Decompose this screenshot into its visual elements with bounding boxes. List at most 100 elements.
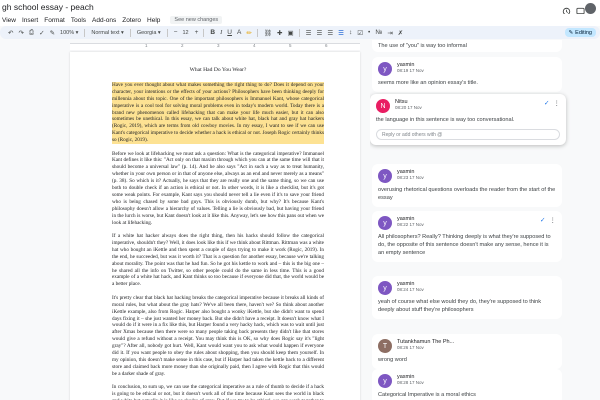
menu-help[interactable]: Help bbox=[147, 17, 160, 24]
text-color-icon[interactable]: A bbox=[237, 29, 241, 36]
toolbar-divider bbox=[203, 28, 205, 37]
highlight-icon[interactable]: ✏ bbox=[246, 29, 251, 37]
menu-zotero[interactable]: Zotero bbox=[122, 17, 141, 24]
comment-text: seems more like an opinion essay's title… bbox=[378, 80, 478, 86]
toolbar-divider bbox=[129, 28, 131, 37]
avatar: T bbox=[378, 339, 392, 353]
paragraph[interactable]: If a white hat hacker always does the ri… bbox=[112, 233, 324, 288]
underline-icon[interactable]: U bbox=[227, 29, 232, 36]
avatar: y bbox=[378, 216, 392, 230]
comment-card[interactable]: y yasmin 08:22 17 Nov ✓ ⋮ All philosophe… bbox=[372, 211, 562, 262]
ruler-number: 1 bbox=[145, 43, 148, 48]
vertical-ruler[interactable] bbox=[0, 52, 14, 400]
decrease-font-icon[interactable]: − bbox=[174, 29, 178, 36]
avatar: y bbox=[378, 374, 392, 388]
comment-date: 08:28 17 Nov bbox=[397, 380, 424, 385]
comment-date: 08:19 17 Nov bbox=[397, 68, 424, 73]
menu-bar: View Insert Format Tools Add-ons Zotero … bbox=[0, 14, 600, 26]
link-icon[interactable]: ⛓ bbox=[264, 29, 272, 37]
comment-card[interactable]: T Tutankhamun The Ph... 08:26 17 Nov wro… bbox=[372, 334, 562, 369]
zoom-select[interactable]: 100% ▾ bbox=[60, 30, 78, 36]
avatar: y bbox=[378, 62, 392, 76]
redo-icon[interactable]: ↷ bbox=[18, 29, 23, 37]
style-select[interactable]: Normal text ▾ bbox=[91, 30, 123, 36]
toolbar-divider bbox=[256, 28, 258, 37]
comment-text: All philosophers? Really? Thinking deepl… bbox=[378, 234, 551, 256]
comment-date: 08:22 17 Nov bbox=[397, 222, 424, 227]
editing-label: Editing bbox=[575, 29, 592, 36]
paragraph[interactable]: In conclusion, to sum up, we can use the… bbox=[112, 384, 324, 400]
paragraph[interactable]: It's pretty clear that black hat hacking… bbox=[112, 295, 324, 378]
undo-icon[interactable]: ↶ bbox=[8, 29, 13, 37]
pencil-icon: ✎ bbox=[568, 29, 574, 36]
bold-icon[interactable]: B bbox=[210, 29, 215, 36]
comment-card-active[interactable]: N Nitsu 08:20 17 Nov ✓ ⋮ the language in… bbox=[370, 94, 566, 145]
align-left-icon[interactable]: ☰ bbox=[306, 29, 312, 37]
google-docs-window: gh school essay - peach View Insert Form… bbox=[0, 0, 600, 400]
paragraph[interactable]: Before we look at lifehacking we must as… bbox=[112, 151, 324, 227]
history-icon[interactable] bbox=[562, 3, 571, 16]
comment-card[interactable]: y yasmin 08:19 17 Nov seems more like an… bbox=[372, 57, 562, 92]
clear-format-icon[interactable]: ✗ bbox=[398, 29, 403, 37]
toolbar-divider bbox=[298, 28, 300, 37]
comment-text: Categorical Imperative is a moral ethics bbox=[378, 392, 476, 398]
numbered-list-icon[interactable]: № bbox=[375, 29, 382, 36]
spellcheck-icon[interactable]: ✓ bbox=[39, 29, 44, 37]
resolve-check-icon[interactable]: ✓ bbox=[544, 99, 549, 107]
see-new-changes-button[interactable]: See new changes bbox=[170, 16, 223, 24]
font-value: Georgia bbox=[136, 29, 157, 36]
avatar: N bbox=[376, 99, 390, 113]
doc-title[interactable]: gh school essay - peach bbox=[2, 2, 94, 12]
increase-font-icon[interactable]: + bbox=[195, 29, 199, 36]
align-justify-icon[interactable]: ☰ bbox=[338, 29, 344, 37]
zoom-value: 100% bbox=[60, 29, 75, 36]
comment-card[interactable]: y yasmin 08:28 17 Nov Categorical Impera… bbox=[372, 369, 562, 400]
toolbar: ↶ ↷ ⎙ ✓ ✎ 100% ▾ Normal text ▾ Georgia ▾… bbox=[0, 26, 600, 39]
menu-add-ons[interactable]: Add-ons bbox=[92, 17, 116, 24]
chevron-down-icon: ▾ bbox=[74, 29, 79, 36]
comment-text: The use of "you" is way too informal bbox=[378, 43, 467, 49]
resolve-check-icon[interactable]: ✓ bbox=[540, 216, 545, 224]
ruler-track bbox=[70, 43, 360, 50]
style-value: Normal text bbox=[91, 29, 120, 36]
account-avatar[interactable] bbox=[585, 3, 596, 14]
ruler-number: 3 bbox=[217, 43, 220, 48]
line-spacing-icon[interactable]: ↕ bbox=[349, 29, 352, 36]
checklist-icon[interactable]: ☑ bbox=[357, 29, 363, 37]
paragraph[interactable]: Have you ever thought about what makes s… bbox=[112, 81, 324, 145]
image-icon[interactable]: ▣ bbox=[288, 29, 294, 37]
document-page[interactable]: What Had Do You Wear? Have you ever thou… bbox=[70, 52, 360, 400]
italic-icon[interactable]: I bbox=[220, 29, 222, 36]
align-right-icon[interactable]: ☰ bbox=[327, 29, 333, 37]
add-comment-icon[interactable]: ✚ bbox=[277, 29, 282, 37]
indent-icon[interactable]: ⇥ bbox=[387, 29, 392, 37]
menu-insert[interactable]: Insert bbox=[22, 17, 38, 24]
menu-tools[interactable]: Tools bbox=[71, 17, 86, 24]
paint-format-icon[interactable]: ✎ bbox=[50, 29, 55, 37]
print-icon[interactable]: ⎙ bbox=[29, 29, 34, 37]
toolbar-divider bbox=[84, 28, 86, 37]
font-size-input[interactable]: 12 bbox=[182, 30, 188, 36]
more-options-icon[interactable]: ⋮ bbox=[554, 99, 561, 107]
align-center-icon[interactable]: ☰ bbox=[316, 29, 322, 37]
comment-text: the language in this sentence is way too… bbox=[376, 117, 515, 123]
editing-mode-button[interactable]: ✎ Editing bbox=[564, 28, 596, 37]
menu-format[interactable]: Format bbox=[44, 17, 65, 24]
comment-text: overusing rhetorical questions overloads… bbox=[378, 187, 556, 201]
reply-input[interactable]: Reply or add others with @ bbox=[376, 129, 560, 140]
comment-text: wrong word bbox=[378, 357, 407, 363]
avatar: y bbox=[378, 169, 392, 183]
comment-date: 08:20 17 Nov bbox=[395, 105, 422, 110]
comment-card[interactable]: y yasmin 08:24 17 Nov yeah of course wha… bbox=[372, 276, 562, 319]
comment-card[interactable]: y yasmin 08:23 17 Nov overusing rhetoric… bbox=[372, 164, 562, 207]
more-options-icon[interactable]: ⋮ bbox=[550, 216, 557, 224]
bulleted-list-icon[interactable]: • bbox=[368, 29, 370, 36]
document-heading[interactable]: What Had Do You Wear? bbox=[112, 67, 324, 74]
ruler-number: 6 bbox=[325, 43, 328, 48]
menu-view[interactable]: View bbox=[2, 17, 16, 24]
document-body[interactable]: What Had Do You Wear? Have you ever thou… bbox=[112, 67, 324, 400]
comment-thread-continued[interactable]: The use of "you" is way too informal bbox=[372, 40, 562, 52]
comment-date: 08:23 17 Nov bbox=[397, 175, 424, 180]
comment-history-icon[interactable] bbox=[576, 3, 585, 16]
font-select[interactable]: Georgia ▾ bbox=[137, 30, 161, 36]
